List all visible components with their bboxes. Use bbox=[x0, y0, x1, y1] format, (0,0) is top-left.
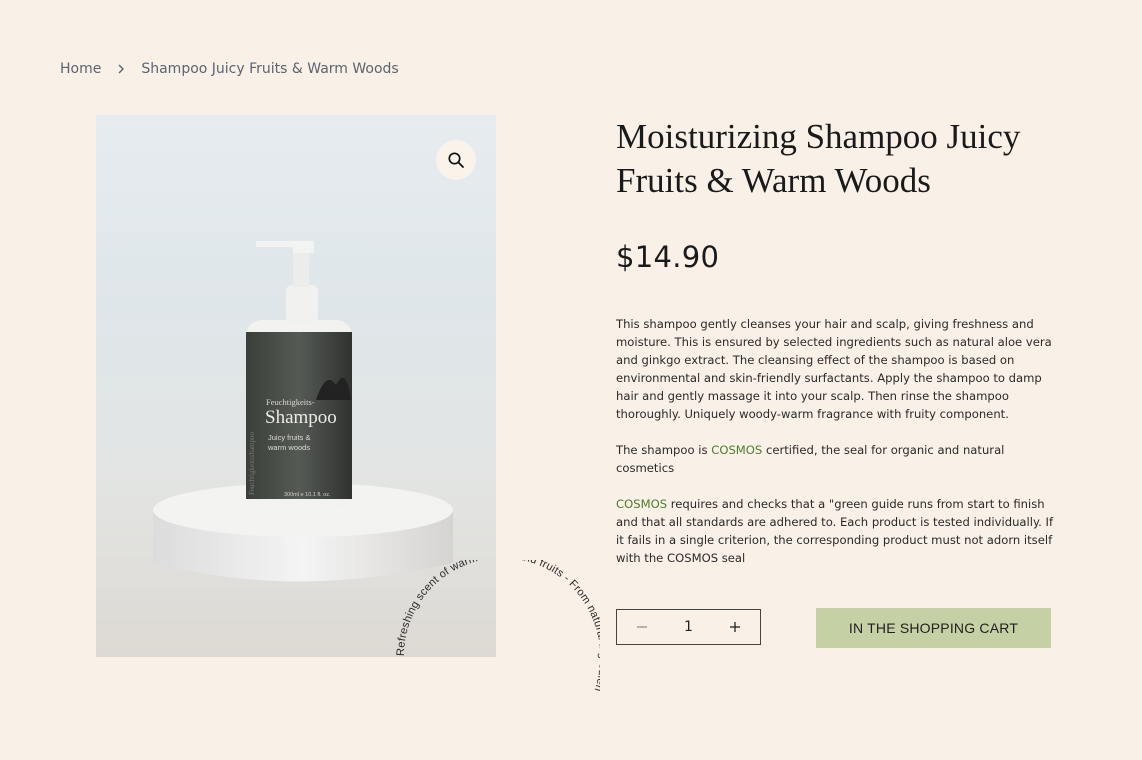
product-price: $14.90 bbox=[616, 240, 720, 274]
cosmos-detail-text: requires and checks that a "green guide … bbox=[616, 497, 1054, 565]
breadcrumb-current: Shampoo Juicy Fruits & Warm Woods bbox=[141, 61, 399, 77]
product-description: This shampoo gently cleanses your hair a… bbox=[616, 315, 1056, 585]
plus-icon bbox=[729, 622, 740, 632]
magnifier-icon bbox=[448, 152, 464, 168]
quantity-input[interactable]: 1 bbox=[684, 619, 693, 635]
curved-tagline: Refreshing scent of warm woods and fruit… bbox=[395, 560, 600, 693]
increase-quantity-button[interactable] bbox=[728, 620, 742, 634]
shampoo-bottle: Feuchtigkeits- Shampoo Juicy fruits & wa… bbox=[246, 241, 352, 510]
quantity-stepper: 1 bbox=[616, 609, 761, 645]
label-line2-text: warm woods bbox=[267, 443, 310, 452]
label-big-text: Shampoo bbox=[265, 407, 337, 428]
cosmos-line-prefix: The shampoo is bbox=[616, 443, 712, 457]
product-title: Moisturizing Shampoo Juicy Fruits & Warm… bbox=[616, 117, 1021, 200]
minus-icon bbox=[637, 626, 647, 628]
cosmos-detail-paragraph: COSMOS requires and checks that a "green… bbox=[616, 495, 1056, 567]
label-small-text: Feuchtigkeits- bbox=[266, 397, 315, 407]
breadcrumb: Home Shampoo Juicy Fruits & Warm Woods bbox=[60, 60, 399, 78]
chevron-right-icon bbox=[118, 64, 125, 74]
svg-text:Refreshing scent of warm woods: Refreshing scent of warm woods and fruit… bbox=[395, 560, 600, 693]
label-volume-text: 300ml e 10.1 fl. oz. bbox=[284, 492, 331, 498]
breadcrumb-home-link[interactable]: Home bbox=[60, 61, 101, 77]
add-to-cart-button[interactable]: IN THE SHOPPING CART bbox=[816, 608, 1051, 648]
decrease-quantity-button[interactable] bbox=[635, 620, 649, 634]
label-side-text: Feuchtigkeitsshampoo bbox=[248, 432, 256, 495]
cosmos-link[interactable]: COSMOS bbox=[711, 443, 762, 457]
cosmos-detail-link[interactable]: COSMOS bbox=[616, 497, 667, 511]
zoom-button[interactable] bbox=[436, 140, 476, 180]
description-paragraph: This shampoo gently cleanses your hair a… bbox=[616, 317, 1052, 421]
label-line1-text: Juicy fruits & bbox=[268, 433, 311, 442]
curved-tagline-text: Refreshing scent of warm woods and fruit… bbox=[395, 560, 600, 693]
cosmos-certified-line: The shampoo is COSMOS certified, the sea… bbox=[616, 441, 1056, 477]
